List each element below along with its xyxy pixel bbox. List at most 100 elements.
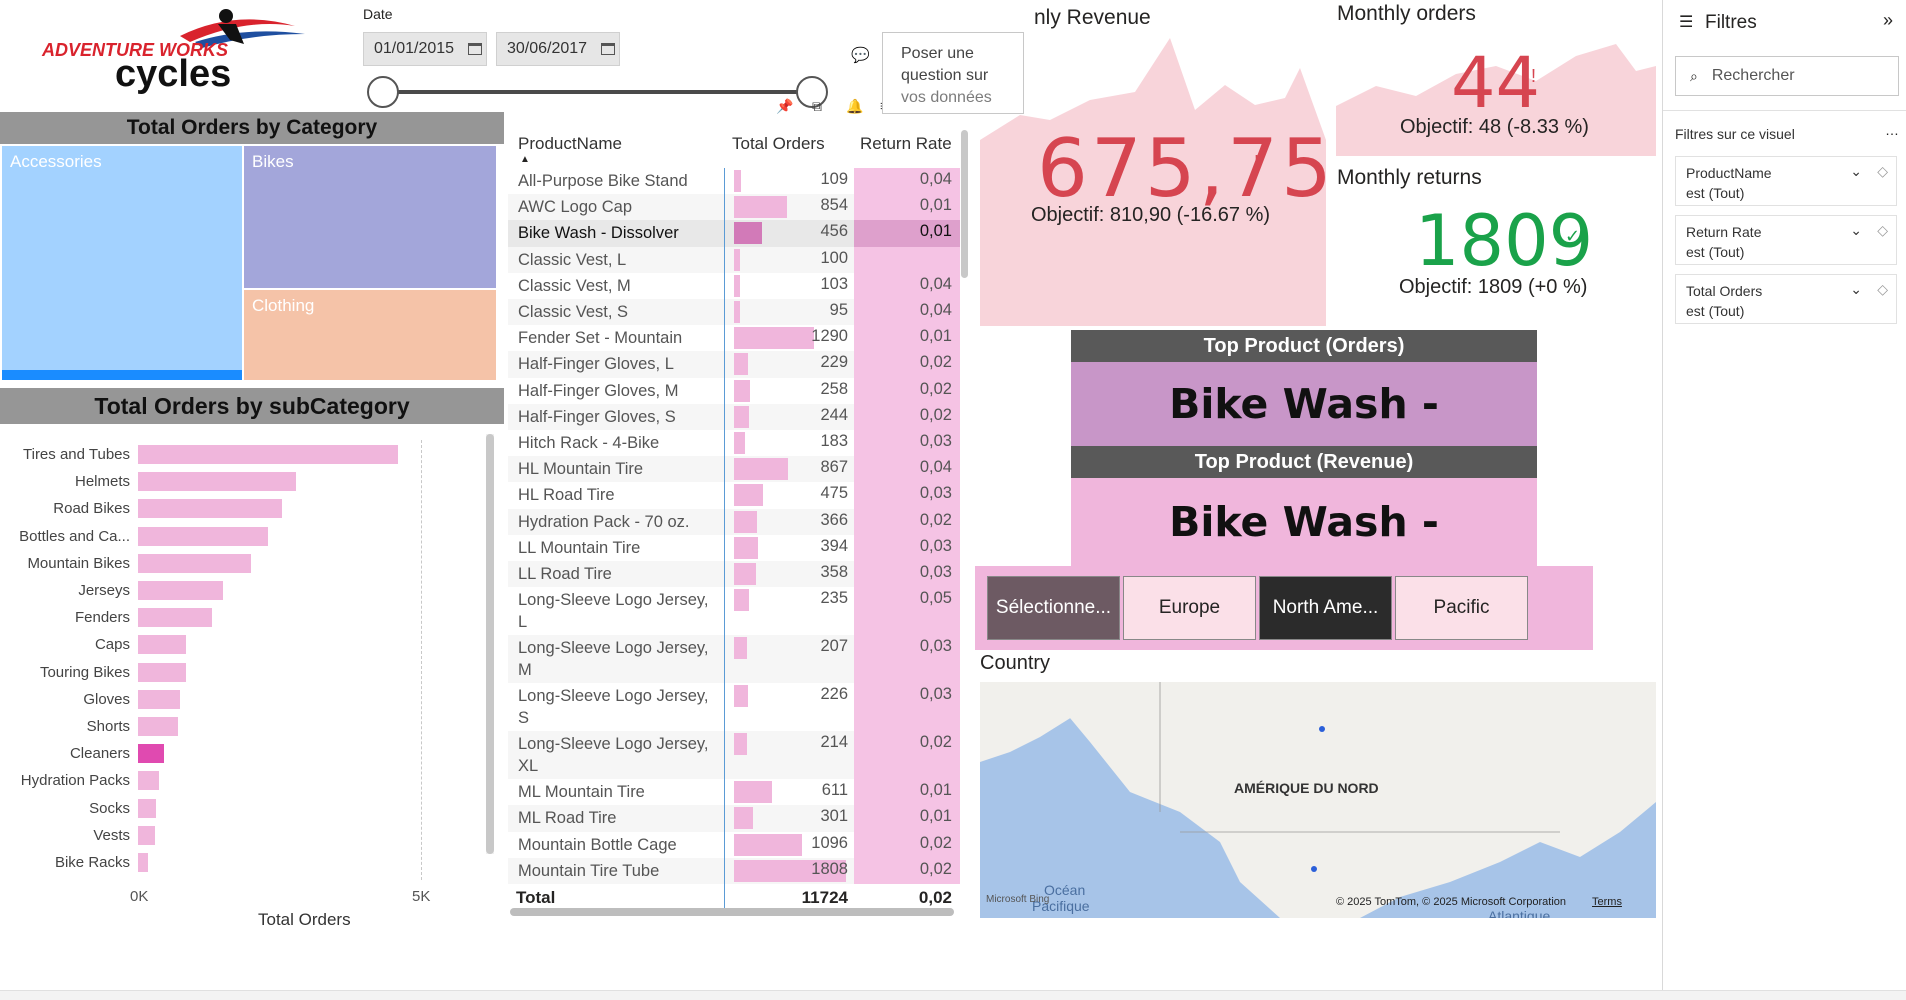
chevron-down-icon[interactable]: ⌄ [1850, 220, 1862, 240]
date-slider-start-handle[interactable] [367, 76, 399, 108]
treemap-cell-clothing[interactable]: Clothing [244, 290, 496, 380]
cell-orders: 456 [820, 222, 848, 241]
cell-rate: 0,01 [919, 222, 952, 241]
subcategory-bar[interactable] [138, 798, 157, 818]
sort-arrow-icon[interactable]: ▲ [520, 154, 530, 165]
subcategory-bar[interactable] [138, 689, 181, 709]
orders-databar [734, 274, 741, 297]
table-row[interactable]: Long-Sleeve Logo Jersey, M 207 0,03 [508, 635, 960, 684]
subcategory-bar[interactable] [138, 608, 212, 628]
table-row[interactable]: HL Road Tire 475 0,03 [508, 482, 960, 509]
treemap: Accessories Bikes Clothing [0, 144, 504, 382]
map-terms-link[interactable]: Terms [1592, 896, 1622, 908]
copy-icon[interactable]: ⧉ [812, 98, 822, 115]
logo-line2: cycles [115, 53, 231, 94]
cell-rate: 0,02 [919, 405, 952, 424]
column-header-total-orders[interactable]: Total Orders [732, 134, 825, 154]
table-row[interactable]: Classic Vest, M 103 0,04 [508, 272, 960, 299]
subcategory-bar[interactable] [138, 771, 159, 791]
table-row[interactable]: Mountain Bottle Cage 1096 0,02 [508, 831, 960, 858]
table-row[interactable]: LL Road Tire 358 0,03 [508, 561, 960, 588]
subcategory-bar[interactable] [138, 499, 283, 519]
collapse-pane-icon[interactable]: » [1883, 10, 1893, 31]
table-row[interactable]: AWC Logo Cap 854 0,01 [508, 194, 960, 221]
total-rate: 0,02 [918, 888, 952, 907]
region-button[interactable]: North Ame... [1259, 576, 1392, 640]
subcategory-bar[interactable] [138, 635, 187, 655]
map-copyright: © 2025 TomTom, © 2025 Microsoft Corporat… [1336, 896, 1567, 908]
subcategory-axis-label: Mountain Bikes [27, 554, 130, 572]
cell-name: Bike Wash - Dissolver [518, 224, 679, 243]
clear-filter-icon[interactable]: ◇ [1877, 279, 1888, 299]
filters-search-input[interactable]: ⌕ Rechercher [1675, 56, 1899, 96]
filter-card[interactable]: Total Orders est (Tout) ⌄ ◇ [1675, 274, 1897, 324]
end-date-input[interactable]: 30/06/2017 [496, 32, 620, 66]
table-row[interactable]: All-Purpose Bike Stand 109 0,04 [508, 168, 960, 195]
table-row[interactable]: Bike Wash - Dissolver 456 0,01 [508, 220, 960, 247]
cell-orders: 1808 [811, 859, 848, 878]
cell-orders: 854 [820, 196, 848, 215]
bell-icon[interactable]: 🔔 [846, 98, 863, 115]
cell-name: Long-Sleeve Logo Jersey, S [518, 687, 709, 728]
table-row[interactable]: ML Mountain Tire 611 0,01 [508, 779, 960, 806]
horizontal-scrollbar[interactable] [510, 908, 954, 916]
section-more-icon[interactable]: … [1885, 122, 1899, 138]
table-row[interactable]: Long-Sleeve Logo Jersey, XL 214 0,02 [508, 731, 960, 780]
region-button[interactable]: Sélectionne... [987, 576, 1120, 640]
calendar-icon[interactable] [601, 43, 616, 55]
calendar-icon[interactable] [468, 43, 483, 55]
comment-icon[interactable]: 💬 [851, 46, 870, 64]
country-map[interactable]: AMÉRIQUE DU NORD Océan Pacifique Atlanti… [980, 682, 1656, 918]
clear-filter-icon[interactable]: ◇ [1877, 161, 1888, 181]
table-row[interactable]: Long-Sleeve Logo Jersey, S 226 0,03 [508, 683, 960, 732]
chevron-down-icon[interactable]: ⌄ [1850, 161, 1862, 181]
subcategory-bar[interactable] [138, 472, 297, 492]
scrollbar[interactable] [486, 434, 494, 854]
table-row[interactable]: Long-Sleeve Logo Jersey, L 235 0,05 [508, 587, 960, 636]
table-row[interactable]: Classic Vest, L 100 [508, 246, 960, 273]
map-bubble[interactable] [1319, 726, 1325, 732]
table-row[interactable]: Half-Finger Gloves, S 244 0,02 [508, 403, 960, 430]
subcategory-bar[interactable] [138, 825, 155, 845]
subcategory-bar[interactable] [138, 853, 149, 872]
pin-icon[interactable]: 📌 [776, 98, 793, 115]
treemap-cell-accessories[interactable]: Accessories [2, 146, 242, 380]
region-button[interactable]: Pacific [1395, 576, 1528, 640]
subcategory-bar[interactable] [138, 744, 164, 764]
table-row[interactable]: HL Mountain Tire 867 0,04 [508, 456, 960, 483]
filter-card[interactable]: ProductName est (Tout) ⌄ ◇ [1675, 156, 1897, 206]
start-date-input[interactable]: 01/01/2015 [363, 32, 487, 66]
date-range-slider-track[interactable] [380, 90, 812, 94]
cell-orders: 109 [820, 170, 848, 188]
subcategory-axis-label: Caps [94, 636, 130, 654]
treemap-cell-bikes[interactable]: Bikes [244, 146, 496, 288]
subcategory-bar[interactable] [138, 526, 269, 546]
subcategory-bar[interactable] [138, 662, 187, 682]
filter-card[interactable]: Return Rate est (Tout) ⌄ ◇ [1675, 215, 1897, 265]
subcategory-bar[interactable] [138, 717, 178, 736]
table-row[interactable]: Half-Finger Gloves, M 258 0,02 [508, 377, 960, 404]
clear-filter-icon[interactable]: ◇ [1877, 220, 1888, 240]
column-header-productname[interactable]: ProductName [518, 134, 622, 154]
table-row[interactable]: Hitch Rack - 4-Bike 183 0,03 [508, 430, 960, 457]
map-bubble[interactable] [1311, 866, 1317, 872]
cell-orders: 611 [821, 781, 848, 800]
table-row[interactable]: Half-Finger Gloves, L 229 0,02 [508, 351, 960, 378]
subcategory-bar[interactable] [138, 553, 252, 573]
subcategory-bar[interactable] [138, 581, 223, 600]
subcategory-bar[interactable] [138, 445, 399, 464]
table-row[interactable]: Hydration Pack - 70 oz. 366 0,02 [508, 508, 960, 535]
cell-rate: 0,02 [919, 733, 952, 752]
kpi-revenue-value: 675,75 [1037, 122, 1335, 215]
chevron-down-icon[interactable]: ⌄ [1850, 279, 1862, 299]
table-row[interactable]: ML Road Tire 301 0,01 [508, 805, 960, 832]
table-row[interactable]: Fender Set - Mountain 1290 0,01 [508, 325, 960, 352]
cell-orders: 183 [820, 432, 848, 450]
table-vertical-scrollbar[interactable] [961, 130, 968, 278]
table-row[interactable]: Classic Vest, S 95 0,04 [508, 299, 960, 326]
table-row[interactable]: LL Mountain Tire 394 0,03 [508, 534, 960, 561]
region-button[interactable]: Europe [1123, 576, 1256, 640]
table-row[interactable]: Mountain Tire Tube 1808 0,02 [508, 857, 960, 884]
subcategory-chart-title: Total Orders by subCategory [0, 388, 504, 424]
column-header-return-rate[interactable]: Return Rate [860, 134, 952, 154]
